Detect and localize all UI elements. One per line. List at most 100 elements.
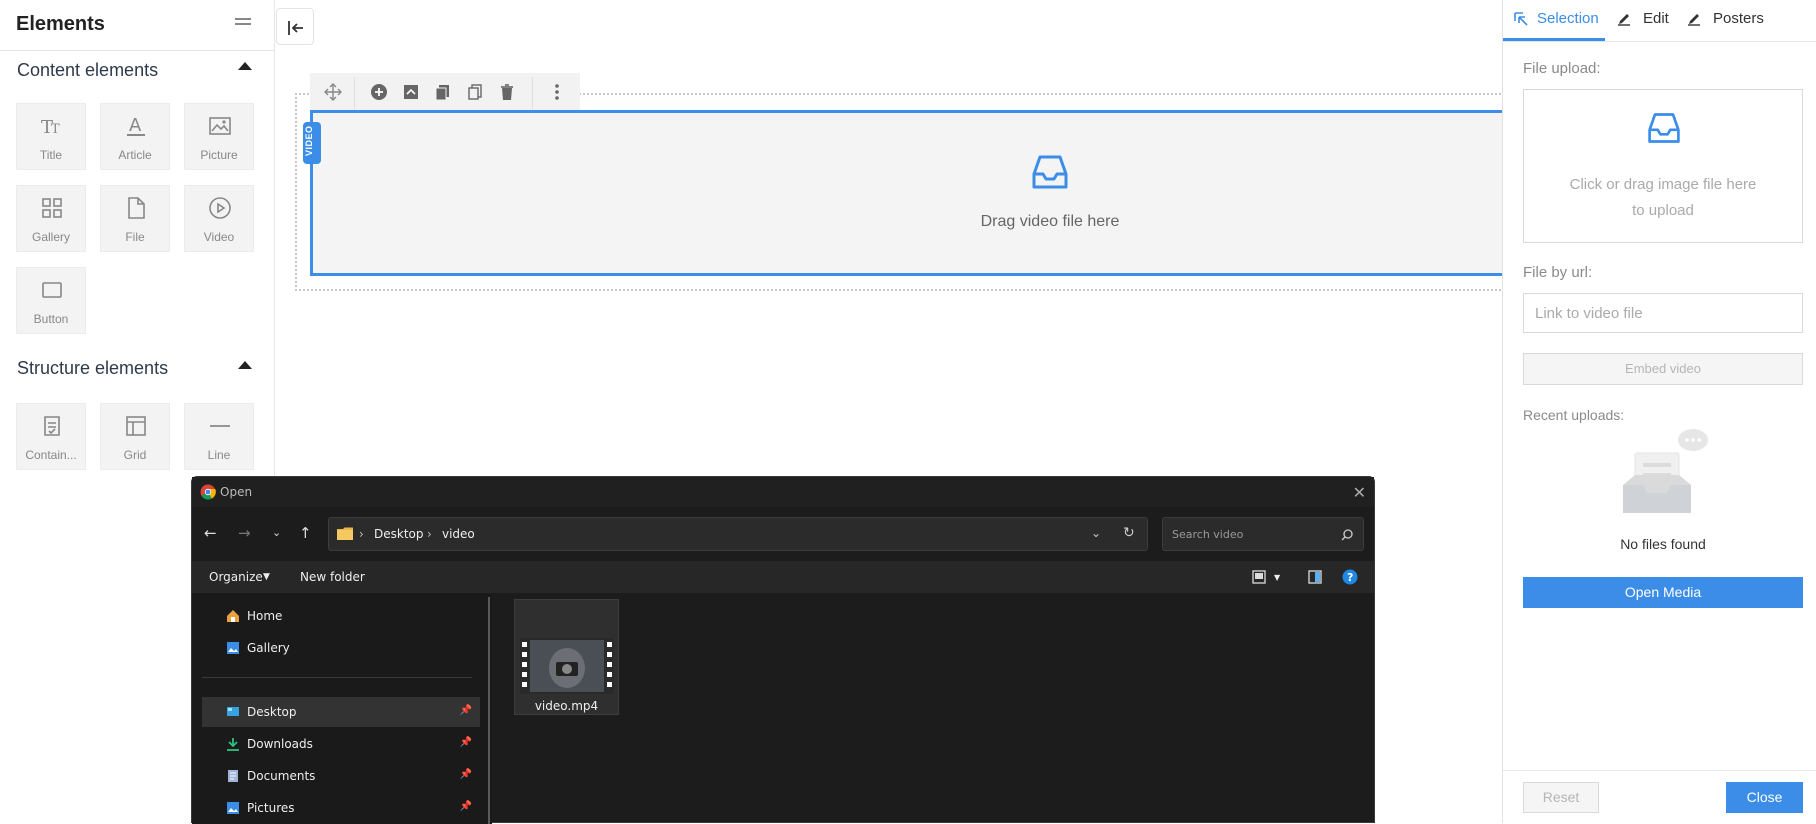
file-upload-dropzone[interactable]: Click or drag image file here to upload [1523,89,1803,243]
close-icon[interactable]: ✕ [1353,483,1366,502]
view-icon[interactable] [1252,570,1266,584]
pin-icon[interactable]: 📌 [460,737,472,748]
add-circle-icon[interactable] [370,83,388,101]
video-block[interactable] [310,110,1510,276]
embed-video-button[interactable]: Embed video [1523,353,1803,385]
element-label: Contain... [25,448,77,462]
element-container[interactable]: Contain... [16,403,86,470]
active-tab-indicator [1503,38,1605,41]
move-up-icon[interactable] [402,83,420,101]
close-button[interactable]: Close [1726,782,1803,813]
breadcrumb-video[interactable]: video [442,527,475,541]
sidebar-item-desktop[interactable]: Desktop 📌 [202,697,480,727]
duplicate-icon[interactable] [466,83,484,101]
sidebar-item-home[interactable]: Home [202,601,480,631]
sidebar-item-documents[interactable]: Documents 📌 [202,761,480,791]
element-article[interactable]: A Article [100,103,170,170]
sidebar-scrollbar[interactable] [488,597,490,824]
article-icon: A [127,115,145,136]
sidebar-item-pictures[interactable]: Pictures 📌 [202,793,480,823]
toolbar-separator [532,77,533,109]
caret-up-icon[interactable] [238,361,252,369]
trash-icon[interactable] [498,83,516,101]
chevron-down-icon[interactable]: ⌄ [272,526,281,539]
up-arrow-icon[interactable]: ↑ [299,524,312,542]
sidebar-item-downloads[interactable]: Downloads 📌 [202,729,480,759]
element-video[interactable]: Video [184,185,254,252]
dialog-title: Open [220,485,253,499]
svg-text:A: A [129,115,142,136]
move-icon[interactable] [324,83,342,101]
more-vertical-icon[interactable] [548,83,566,101]
svg-text:?: ? [1347,571,1353,584]
element-line[interactable]: Line [184,403,254,470]
file-open-dialog: Open ✕ ← → ⌄ ↑ › Desktop › video ⌄ ↻ Sea… [191,476,1375,824]
element-title[interactable]: TT Title [16,103,86,170]
file-item[interactable]: video.mp4 [514,599,619,715]
dialog-sidebar: Home Gallery Desktop 📌 Downloads 📌 Docum… [192,593,492,824]
upload-hint-line: Click or drag image file here [1569,176,1757,193]
caret-down-icon: ▼ [263,572,270,582]
element-label: Grid [123,448,147,462]
grid-icon [126,416,146,436]
address-bar[interactable]: › Desktop › video ⌄ ↻ [328,517,1148,551]
breadcrumb-desktop[interactable]: Desktop [374,527,424,541]
file-upload-label: File upload: [1523,60,1601,77]
breadcrumb-separator: › [427,527,432,541]
empty-inbox-icon [1623,429,1708,513]
document-icon [228,770,238,782]
element-grid[interactable]: Grid [100,403,170,470]
caret-down-icon[interactable]: ▼ [1274,573,1280,582]
sidebar-item-gallery[interactable]: Gallery [202,633,480,663]
pin-icon[interactable]: 📌 [460,705,472,716]
sidebar-label: Desktop [247,705,297,719]
pin-icon[interactable]: 📌 [460,801,472,812]
collapse-panel-button[interactable] [276,8,314,45]
sidebar-label: Documents [247,769,316,783]
settings-panel: Selection Edit Posters File upload: Clic… [1502,0,1816,823]
video-thumbnail [520,638,614,694]
chrome-icon [200,484,216,500]
refresh-icon[interactable]: ↻ [1123,525,1135,541]
element-gallery[interactable]: Gallery [16,185,86,252]
content-elements-title[interactable]: Content elements [17,60,158,81]
preview-pane-icon[interactable] [1308,570,1322,584]
tab-edit[interactable]: Edit [1643,10,1669,27]
dialog-navigation: ← → ⌄ ↑ › Desktop › video ⌄ ↻ Search vid… [192,507,1374,561]
caret-up-icon[interactable] [238,62,252,70]
help-icon[interactable]: ? [1342,569,1358,585]
recent-uploads-label: Recent uploads: [1523,407,1625,423]
element-button[interactable]: Button [16,267,86,334]
file-name: video.mp4 [534,699,599,713]
video-url-input[interactable] [1523,293,1803,333]
pin-icon[interactable]: 📌 [460,769,472,780]
chevron-down-icon[interactable]: ⌄ [1091,526,1101,540]
dialog-command-bar: Organize ▼ New folder ▼ ? [192,561,1374,593]
file-icon [128,197,145,219]
organize-button[interactable]: Organize [209,570,263,584]
no-files-text: No files found [1620,536,1706,552]
back-arrow-icon[interactable]: ← [204,524,217,542]
tab-selection[interactable]: Selection [1537,10,1599,27]
sidebar-label: Gallery [247,641,290,655]
copy-icon[interactable] [434,83,452,101]
pencil-icon [1688,14,1700,26]
element-picture[interactable]: Picture [184,103,254,170]
tabs-divider [1503,41,1816,42]
breadcrumb-separator: › [359,527,364,541]
upload-hint-line: to upload [1632,202,1694,219]
element-label: Line [207,448,231,462]
upload-hint: Click or drag image file here to upload [1544,172,1782,224]
hamburger-icon[interactable] [235,18,251,30]
dialog-search[interactable]: Search video [1162,517,1364,551]
tab-posters[interactable]: Posters [1713,10,1764,27]
open-media-button[interactable]: Open Media [1523,577,1803,608]
forward-arrow-icon[interactable]: → [238,524,251,542]
new-folder-button[interactable]: New folder [300,570,365,584]
picture-icon [209,117,231,135]
gallery-icon [227,642,239,654]
reset-button[interactable]: Reset [1523,782,1599,813]
element-file[interactable]: File [100,185,170,252]
element-label: Button [33,312,69,326]
structure-elements-title[interactable]: Structure elements [17,358,168,379]
